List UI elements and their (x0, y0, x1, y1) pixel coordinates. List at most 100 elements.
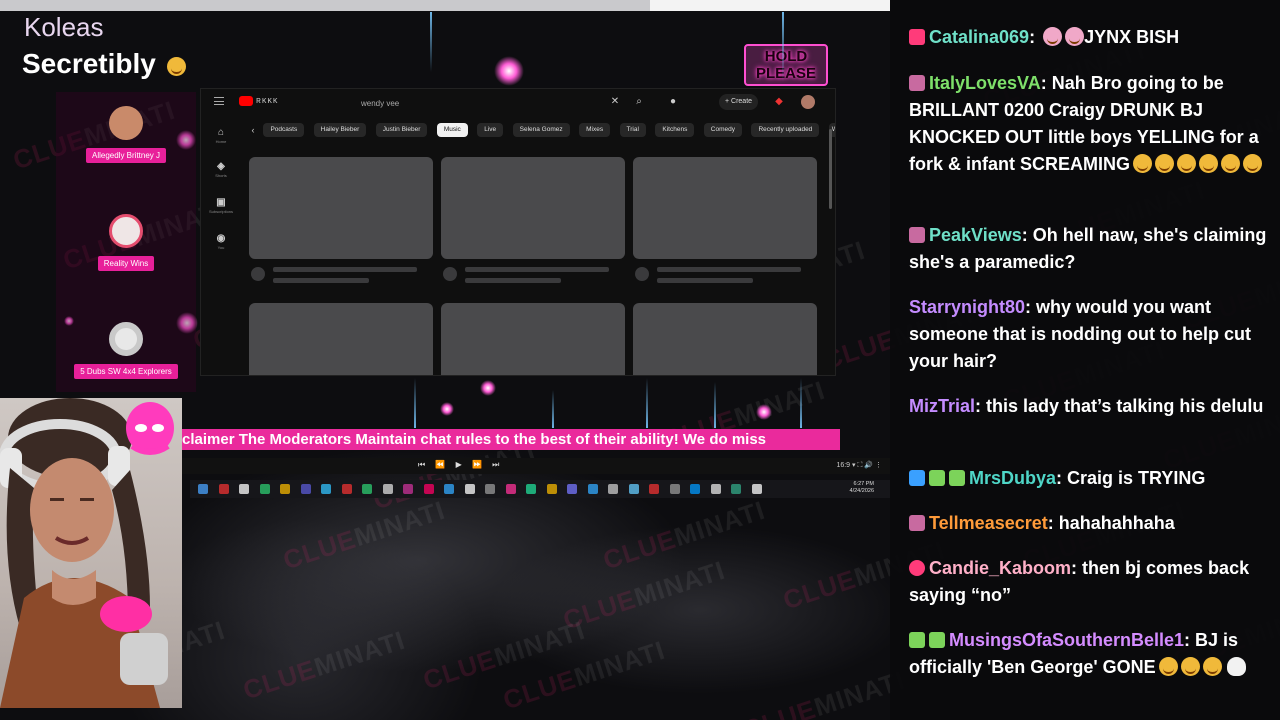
player-options[interactable]: 16:9 ▾ ⛶ 🔊 ⋮ (836, 461, 882, 470)
titlebar-controls (650, 0, 890, 11)
light-ray (552, 390, 554, 428)
taskbar-app-icon[interactable] (546, 484, 557, 494)
chip[interactable]: Mixes (579, 123, 611, 137)
sidebar-item-shorts[interactable]: ◈ Shorts (209, 161, 233, 178)
video-thumbnail-placeholder[interactable] (441, 157, 625, 259)
chat-username[interactable]: MrsDubya (969, 468, 1056, 488)
scrollbar[interactable] (829, 129, 832, 209)
member-card[interactable]: 5 Dubs SW 4x4 Explorers (56, 322, 196, 379)
sidebar-item-subscriptions[interactable]: ▣ Subscriptions (209, 197, 233, 214)
chat-username[interactable]: Tellmeasecret (929, 513, 1048, 533)
clock-date: 4/24/2026 (849, 488, 874, 494)
playback-buttons[interactable]: ⏮ ⏪ ▶ ⏩ ⏭ (418, 460, 503, 470)
notifications-icon[interactable]: ◆ (773, 96, 785, 108)
sidebar-item-you[interactable]: ◉ You (209, 233, 233, 250)
sparkle (756, 404, 772, 420)
taskbar-app-icon[interactable] (382, 484, 393, 494)
taskbar-app-icon[interactable] (464, 484, 475, 494)
taskbar-app-icon[interactable] (731, 484, 741, 494)
chip[interactable]: Hailey Bieber (313, 123, 367, 137)
chat-username[interactable]: MusingsOfaSouthernBelle1 (949, 630, 1184, 650)
taskbar-app-icon[interactable] (485, 484, 495, 494)
account-avatar[interactable] (801, 95, 815, 109)
chat-text: hahahahhaha (1058, 513, 1175, 533)
member-card[interactable]: Allegedly Brittney J (56, 106, 196, 163)
search-input[interactable] (361, 95, 621, 111)
chip[interactable]: Comedy (703, 123, 742, 137)
video-thumbnail-placeholder[interactable] (249, 157, 433, 259)
chat-username[interactable]: Catalina069 (929, 27, 1029, 47)
chat-username[interactable]: ItalyLovesVA (929, 73, 1041, 93)
taskbar-app-icon[interactable] (341, 484, 352, 494)
taskbar-app-icon[interactable] (669, 484, 680, 494)
youtube-logo-icon[interactable] (239, 96, 253, 106)
microphone-icon[interactable]: ● (667, 96, 679, 108)
taskbar-app-icon[interactable] (710, 484, 721, 494)
taskbar-app-icon[interactable] (628, 484, 639, 494)
taskbar-app-icon[interactable] (751, 484, 762, 494)
chat-username[interactable]: PeakViews (929, 225, 1022, 245)
clear-search-icon[interactable]: ✕ (609, 96, 621, 108)
video-thumbnail-placeholder[interactable] (633, 157, 817, 259)
youtube-window: ʀᴋᴋᴋ ✕ ⌕ ● + Create ◆ ⌂Home ◈Shorts ▣Sub… (200, 88, 836, 376)
chat-colon: : (975, 396, 987, 416)
search-icon[interactable]: ⌕ (633, 96, 645, 108)
chip[interactable]: Live (477, 123, 504, 137)
channel-avatar-placeholder (635, 267, 649, 281)
taskbar-app-icon[interactable] (218, 484, 229, 494)
chat-colon: : (1071, 558, 1083, 578)
taskbar-app-icon[interactable] (423, 484, 434, 494)
watermark: CLUEMINATI (599, 494, 769, 576)
youtube-logo-text: ʀᴋᴋᴋ (256, 95, 279, 105)
taskbar-app-icon[interactable] (444, 484, 454, 494)
sub-badge-icon (909, 515, 925, 531)
member-avatar (109, 214, 143, 248)
chat-colon: : (1047, 513, 1059, 533)
menu-icon[interactable] (214, 97, 224, 105)
chat-username[interactable]: MizTrial (909, 396, 975, 416)
taskbar-app-icon[interactable] (198, 484, 208, 494)
subtitle-placeholder (657, 278, 753, 283)
taskbar-app-icon[interactable] (403, 484, 413, 494)
sidebar-item-home[interactable]: ⌂ Home (209, 127, 233, 144)
chip[interactable]: Trial (619, 123, 646, 137)
gift-badge-icon (949, 470, 965, 486)
taskbar-app-icon[interactable] (321, 484, 331, 494)
chat-message: MrsDubya: Craig is TRYING (909, 465, 1269, 492)
chip[interactable]: Selena Gomez (512, 123, 570, 137)
taskbar-app-icon[interactable] (608, 484, 618, 494)
taskbar-app-icon[interactable] (587, 484, 598, 494)
taskbar-app-icon[interactable] (259, 484, 270, 494)
chip[interactable]: Kitchens (655, 123, 695, 137)
chat-panel: Catalina069: JYNX BISH ItalyLovesVA: Nah … (890, 0, 1280, 720)
taskbar-app-icon[interactable] (505, 484, 516, 494)
video-thumbnail-placeholder[interactable] (249, 303, 433, 375)
youtube-sidebar: ⌂ Home ◈ Shorts ▣ Subscriptions ◉ You (201, 123, 241, 263)
sub-badge-icon (909, 227, 925, 243)
taskbar-app-icon[interactable] (649, 484, 659, 494)
chevron-left-icon[interactable]: ‹ (247, 123, 259, 137)
taskbar-app-icon[interactable] (300, 484, 311, 494)
taskbar-app-icon[interactable] (526, 484, 536, 494)
chip[interactable]: Recently uploaded (751, 123, 820, 137)
chat-username[interactable]: Candie_Kaboom (929, 558, 1071, 578)
user-icon: ◉ (216, 233, 226, 244)
taskbar-clock[interactable]: 6:27 PM 4/24/2026 (850, 481, 874, 495)
taskbar-app-icon[interactable] (280, 484, 290, 494)
taskbar-app-icon[interactable] (362, 484, 372, 494)
chat-username[interactable]: Starrynight80 (909, 297, 1025, 317)
chat-message: MizTrial: this lady that’s talking his d… (909, 393, 1269, 420)
video-thumbnail-placeholder[interactable] (441, 303, 625, 375)
chip[interactable]: Justin Bieber (375, 123, 428, 137)
member-card[interactable]: Reality Wins (56, 214, 196, 271)
video-thumbnail-placeholder[interactable] (633, 303, 817, 375)
taskbar-app-icon[interactable] (567, 484, 577, 494)
taskbar-app-icon[interactable] (690, 484, 700, 494)
chip[interactable]: Podcasts (263, 123, 305, 137)
channel-avatar-placeholder (443, 267, 457, 281)
emote-icon (1065, 27, 1085, 46)
gift-badge-icon (929, 632, 945, 648)
chip-active[interactable]: Music (436, 123, 468, 137)
taskbar-app-icon[interactable] (239, 484, 249, 494)
create-button[interactable]: + Create (719, 94, 759, 110)
